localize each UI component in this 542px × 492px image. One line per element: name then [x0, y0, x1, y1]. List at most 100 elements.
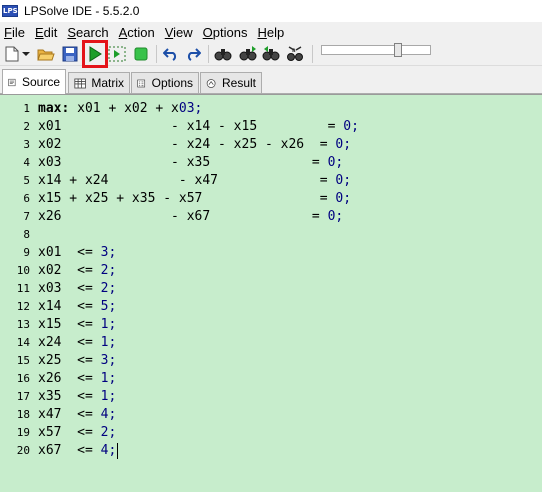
toolbar-separator [312, 45, 313, 63]
editor-line: 18 x47 <= 4; [0, 406, 542, 424]
code-text: x03 <= 2; [38, 281, 117, 296]
editor-line: 1 max: x01 + x02 + x03; [0, 100, 542, 118]
line-number: 2 [23, 120, 30, 133]
menu-search[interactable]: Search [63, 25, 114, 40]
line-number: 15 [16, 354, 30, 367]
editor-line: 4 x03 - x35 = 0; [0, 154, 542, 172]
line-number: 11 [16, 282, 30, 295]
find-icon[interactable] [213, 44, 233, 64]
line-number: 19 [16, 426, 30, 439]
editor-line: 14 x24 <= 1; [0, 334, 542, 352]
menu-options[interactable]: Options [199, 25, 254, 40]
tab-matrix[interactable]: Matrix [68, 72, 130, 93]
code-text: x24 <= 1; [38, 335, 117, 350]
line-number: 3 [23, 138, 30, 151]
editor-line: 10 x02 <= 2; [0, 262, 542, 280]
matrix-icon [74, 78, 86, 88]
zoom-slider-thumb[interactable] [394, 43, 402, 57]
code-text: x26 - x67 = 0; [38, 209, 344, 224]
tab-label: Matrix [91, 76, 124, 90]
zoom-slider-track[interactable] [321, 45, 431, 55]
result-icon [206, 78, 216, 88]
code-text: x14 + x24 - x47 = 0; [38, 173, 352, 188]
line-number: 5 [23, 174, 30, 187]
line-number: 17 [16, 390, 30, 403]
code-text: x02 - x24 - x25 - x26 = 0; [38, 137, 352, 152]
line-number: 1 [23, 102, 30, 115]
text-caret [117, 443, 119, 459]
tab-result[interactable]: Result [200, 72, 262, 93]
line-number: 7 [23, 210, 30, 223]
window-title: LPSolve IDE - 5.5.2.0 [24, 4, 140, 18]
tab-label: Source [21, 75, 60, 89]
editor-line: 8 [0, 226, 542, 244]
menu-help[interactable]: Help [254, 25, 291, 40]
menu-action[interactable]: Action [115, 25, 161, 40]
editor-line: 3 x02 - x24 - x25 - x26 = 0; [0, 136, 542, 154]
new-file-icon[interactable] [2, 44, 22, 64]
chevron-down-icon[interactable] [20, 44, 32, 64]
editor-line: 9 x01 <= 3; [0, 244, 542, 262]
find-next-icon[interactable] [238, 44, 258, 64]
code-text: x01 <= 3; [38, 245, 117, 260]
editor-line: 13 x15 <= 1; [0, 316, 542, 334]
code-text: x02 <= 2; [38, 263, 117, 278]
save-icon[interactable] [60, 44, 80, 64]
source-editor[interactable]: 1 max: x01 + x02 + x03; 2 x01 - x14 - x15 =… [0, 94, 542, 492]
editor-line: 2 x01 - x14 - x15 = 0; [0, 118, 542, 136]
tab-label: Options [151, 76, 193, 90]
app-logo-icon: LPS [2, 5, 18, 17]
editor-line: 11 x03 <= 2; [0, 280, 542, 298]
line-number: 13 [16, 318, 30, 331]
code-text: x57 <= 2; [38, 425, 117, 440]
menu-file[interactable]: File [0, 25, 31, 40]
toolbar-separator [156, 45, 157, 63]
keyword: max: [38, 101, 70, 116]
svg-text:a: a [292, 47, 296, 54]
code-text: x47 <= 4; [38, 407, 117, 422]
editor-line: 12 x14 <= 5; [0, 298, 542, 316]
code-text: x26 <= 1; [38, 371, 117, 386]
menu-bar: File Edit Search Action View Options Hel… [0, 22, 542, 42]
editor-line: 19 x57 <= 2; [0, 424, 542, 442]
redo-icon[interactable] [183, 44, 203, 64]
line-number: 9 [23, 246, 30, 259]
line-number: 18 [16, 408, 30, 421]
editor-line: 7 x26 - x67 = 0; [0, 208, 542, 226]
tab-label: Result [221, 76, 256, 90]
run-button-highlight [82, 40, 108, 68]
tab-options[interactable]: Options [131, 72, 199, 93]
line-number: 20 [16, 444, 30, 457]
line-number: 16 [16, 372, 30, 385]
stop-icon[interactable] [131, 44, 151, 64]
editor-line: 20 x67 <= 4; [0, 442, 542, 460]
tab-source[interactable]: Source [2, 69, 66, 94]
menu-edit[interactable]: Edit [31, 25, 63, 40]
editor-line: 6 x15 + x25 + x35 - x57 = 0; [0, 190, 542, 208]
title-bar: LPS LPSolve IDE - 5.5.2.0 [0, 0, 542, 22]
step-icon[interactable] [107, 44, 127, 64]
code-text: x67 <= 4; [38, 443, 117, 458]
code-text: x25 <= 3; [38, 353, 117, 368]
code-text: x03 - x35 = 0; [38, 155, 344, 170]
code-text: max: x01 + x02 + x03; [38, 101, 203, 116]
editor-line: 17 x35 <= 1; [0, 388, 542, 406]
tab-strip: Source Matrix Options Result [0, 68, 542, 94]
line-number: 10 [16, 264, 30, 277]
line-number: 6 [23, 192, 30, 205]
code-text: x14 <= 5; [38, 299, 117, 314]
editor-line: 5 x14 + x24 - x47 = 0; [0, 172, 542, 190]
undo-icon[interactable] [161, 44, 181, 64]
open-folder-icon[interactable] [36, 44, 56, 64]
editor-line: 15 x25 <= 3; [0, 352, 542, 370]
line-number: 4 [23, 156, 30, 169]
replace-icon[interactable]: a [285, 44, 305, 64]
toolbar-separator [208, 45, 209, 63]
code-text: x15 <= 1; [38, 317, 117, 332]
line-number: 8 [23, 228, 30, 241]
find-previous-icon[interactable] [261, 44, 281, 64]
source-icon [8, 78, 16, 86]
menu-view[interactable]: View [161, 25, 199, 40]
line-number: 12 [16, 300, 30, 313]
line-number: 14 [16, 336, 30, 349]
